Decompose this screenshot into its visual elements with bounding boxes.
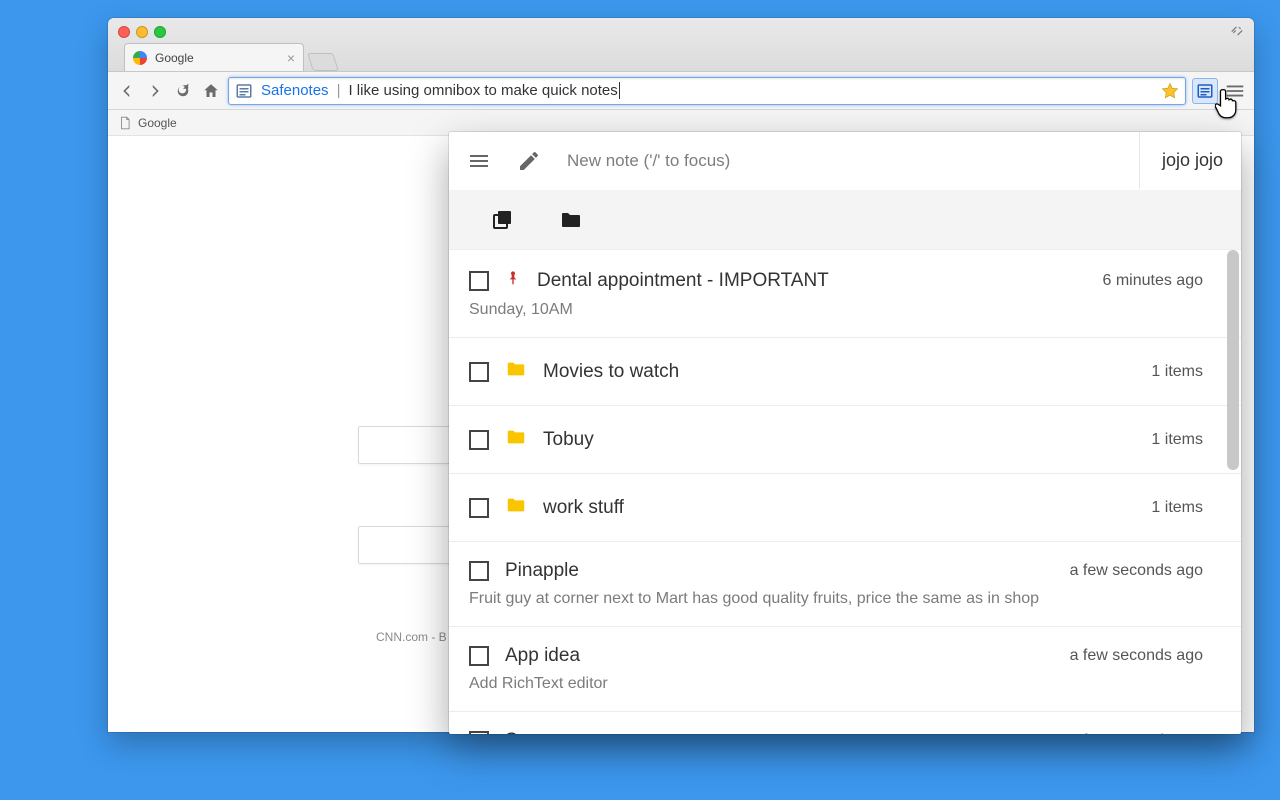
note-item[interactable]: Dental appointment - IMPORTANT 6 minutes… [449,250,1241,338]
note-item[interactable]: App idea a few seconds ago Add RichText … [449,627,1241,712]
user-name[interactable]: jojo jojo [1139,132,1223,189]
note-meta: a few seconds ago [1070,562,1203,580]
panel-header: New note ('/' to focus) jojo jojo [449,132,1241,190]
note-meta: a few seconds ago [1070,647,1203,665]
hamburger-icon[interactable] [467,149,491,173]
tabstrip: Google × [108,41,1254,71]
folder-title: Movies to watch [543,361,679,383]
new-tab-button[interactable] [307,53,339,71]
checkbox[interactable] [469,731,489,734]
note-item[interactable]: Pinapple a few seconds ago Fruit guy at … [449,542,1241,627]
bookmark-star-icon[interactable] [1161,82,1179,100]
checkbox[interactable] [469,362,489,382]
note-meta: a few seconds ago [1070,732,1203,734]
page-icon [118,116,132,130]
folder-icon [505,494,527,521]
window-controls [118,26,166,38]
window-minimize-button[interactable] [136,26,148,38]
folder-meta: 1 items [1151,499,1203,517]
reload-button[interactable] [172,80,194,102]
checkbox[interactable] [469,430,489,450]
omnibox-input-text[interactable]: I like using omnibox to make quick notes [348,82,619,99]
checkbox[interactable] [469,271,489,291]
browser-tab[interactable]: Google × [124,43,304,71]
pencil-icon[interactable] [517,149,541,173]
note-item[interactable]: Sausage a few seconds ago [449,712,1241,734]
folder-title: work stuff [543,497,624,519]
checkbox[interactable] [469,561,489,581]
new-note-input[interactable]: New note ('/' to focus) [567,151,730,171]
panel-toolbar [449,190,1241,250]
note-subtitle: Add RichText editor [469,675,1203,693]
stack-icon[interactable] [491,208,515,232]
omnibox-separator: | [337,82,341,99]
folder-item[interactable]: Tobuy 1 items [449,406,1241,474]
omnibox-app-name: Safenotes [261,82,329,99]
note-title: App idea [505,645,580,667]
checkbox[interactable] [469,646,489,666]
pointer-cursor-icon [1215,88,1243,122]
pin-icon [505,268,521,293]
favicon-icon [133,51,147,65]
safenotes-panel: New note ('/' to focus) jojo jojo Dental… [449,132,1241,734]
titlebar: Google × [108,18,1254,72]
maximise-icon[interactable] [1228,24,1246,38]
window-zoom-button[interactable] [154,26,166,38]
folder-item[interactable]: work stuff 1 items [449,474,1241,542]
forward-button[interactable] [144,80,166,102]
folder-meta: 1 items [1151,431,1203,449]
omnibox-page-icon [235,82,253,100]
notes-list: Dental appointment - IMPORTANT 6 minutes… [449,250,1241,734]
note-title: Sausage [505,730,580,734]
note-title: Dental appointment - IMPORTANT [537,270,829,292]
tab-close-icon[interactable]: × [287,51,295,65]
folder-title: Tobuy [543,429,594,451]
folder-icon [505,358,527,385]
tab-title: Google [155,51,194,65]
window-close-button[interactable] [118,26,130,38]
back-button[interactable] [116,80,138,102]
home-button[interactable] [200,80,222,102]
note-meta: 6 minutes ago [1102,272,1203,290]
google-footer-text: CNN.com - B [376,630,447,644]
folder-meta: 1 items [1151,363,1203,381]
omnibox[interactable]: Safenotes | I like using omnibox to make… [228,77,1186,105]
scrollbar-thumb[interactable] [1227,250,1239,470]
folder-item[interactable]: Movies to watch 1 items [449,338,1241,406]
toolbar: Safenotes | I like using omnibox to make… [108,72,1254,110]
folder-icon [505,426,527,453]
bookmark-item[interactable]: Google [138,116,177,130]
folder-icon[interactable] [559,208,583,232]
note-subtitle: Sunday, 10AM [469,301,1203,319]
note-subtitle: Fruit guy at corner next to Mart has goo… [469,590,1203,608]
checkbox[interactable] [469,498,489,518]
scrollbar[interactable] [1227,250,1239,734]
note-title: Pinapple [505,560,579,582]
